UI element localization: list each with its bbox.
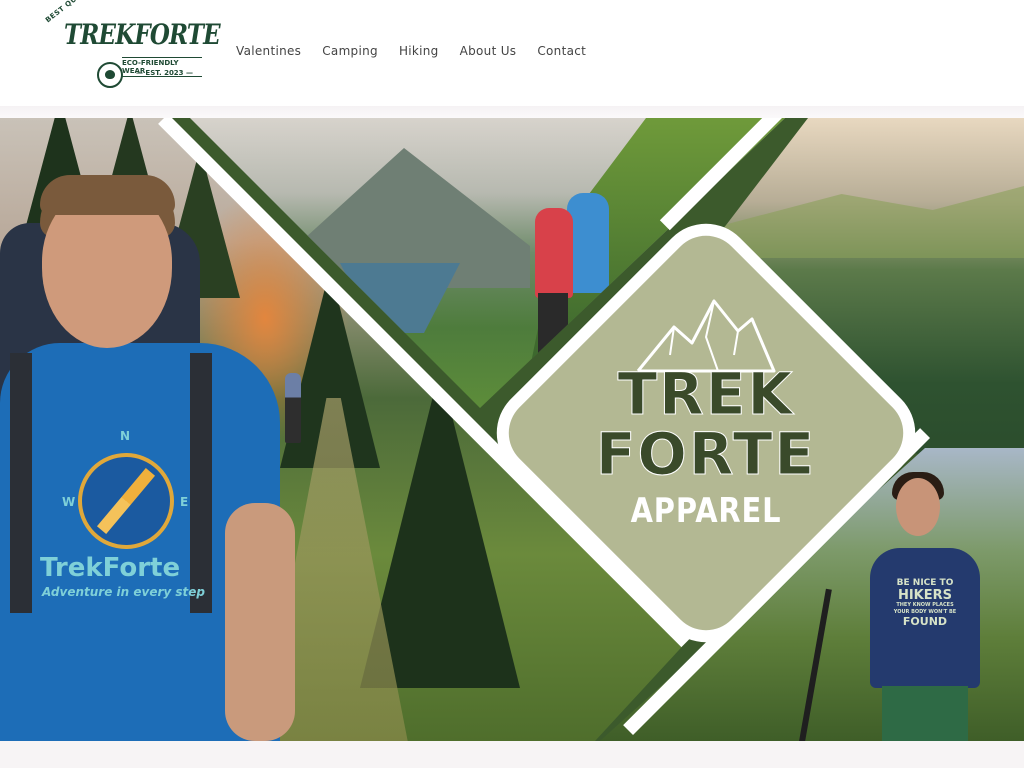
diamond-title-trek: TREK xyxy=(617,360,795,428)
site-header: BEST QUALITY TREKFORTE ECO-FRIENDLY WEAR… xyxy=(0,0,1024,108)
bear-icon xyxy=(97,62,123,88)
shirt-tagline-text: Adventure in every step xyxy=(42,585,205,599)
backpack-strap xyxy=(10,353,32,613)
nav-item-camping[interactable]: Camping xyxy=(311,44,388,58)
nav-item-contact[interactable]: Contact xyxy=(526,44,596,58)
arm xyxy=(225,503,295,741)
logo-brand-text: TREKFORTE xyxy=(64,18,221,51)
hair xyxy=(40,175,175,215)
compass-icon xyxy=(78,453,174,549)
brand-diamond: TREK FORTE APPAREL xyxy=(493,220,919,646)
logo-established: — EST. 2023 — xyxy=(136,69,193,77)
compass-n-label: N xyxy=(120,429,131,443)
nav-item-about-us[interactable]: About Us xyxy=(449,44,527,58)
section-divider xyxy=(0,741,1024,768)
green-pants xyxy=(882,686,968,741)
backpack-strap xyxy=(190,353,212,613)
nav-item-valentines[interactable]: Valentines xyxy=(225,44,311,58)
main-nav: Valentines Camping Hiking About Us Conta… xyxy=(225,44,596,58)
header-divider xyxy=(0,106,1024,118)
diamond-subtitle-apparel: APPAREL xyxy=(630,491,782,531)
diamond-title-forte: FORTE xyxy=(595,420,817,488)
hiker-man: N W E TrekForte Adventure in every step xyxy=(0,173,300,741)
compass-e-label: E xyxy=(180,495,189,509)
brand-logo[interactable]: BEST QUALITY TREKFORTE ECO-FRIENDLY WEAR… xyxy=(42,0,221,90)
shirt-brand-text: TrekForte xyxy=(40,553,181,583)
hero-banner[interactable]: N W E TrekForte Adventure in every step … xyxy=(0,118,1024,741)
nav-item-hiking[interactable]: Hiking xyxy=(388,44,449,58)
compass-w-label: W xyxy=(62,495,76,509)
